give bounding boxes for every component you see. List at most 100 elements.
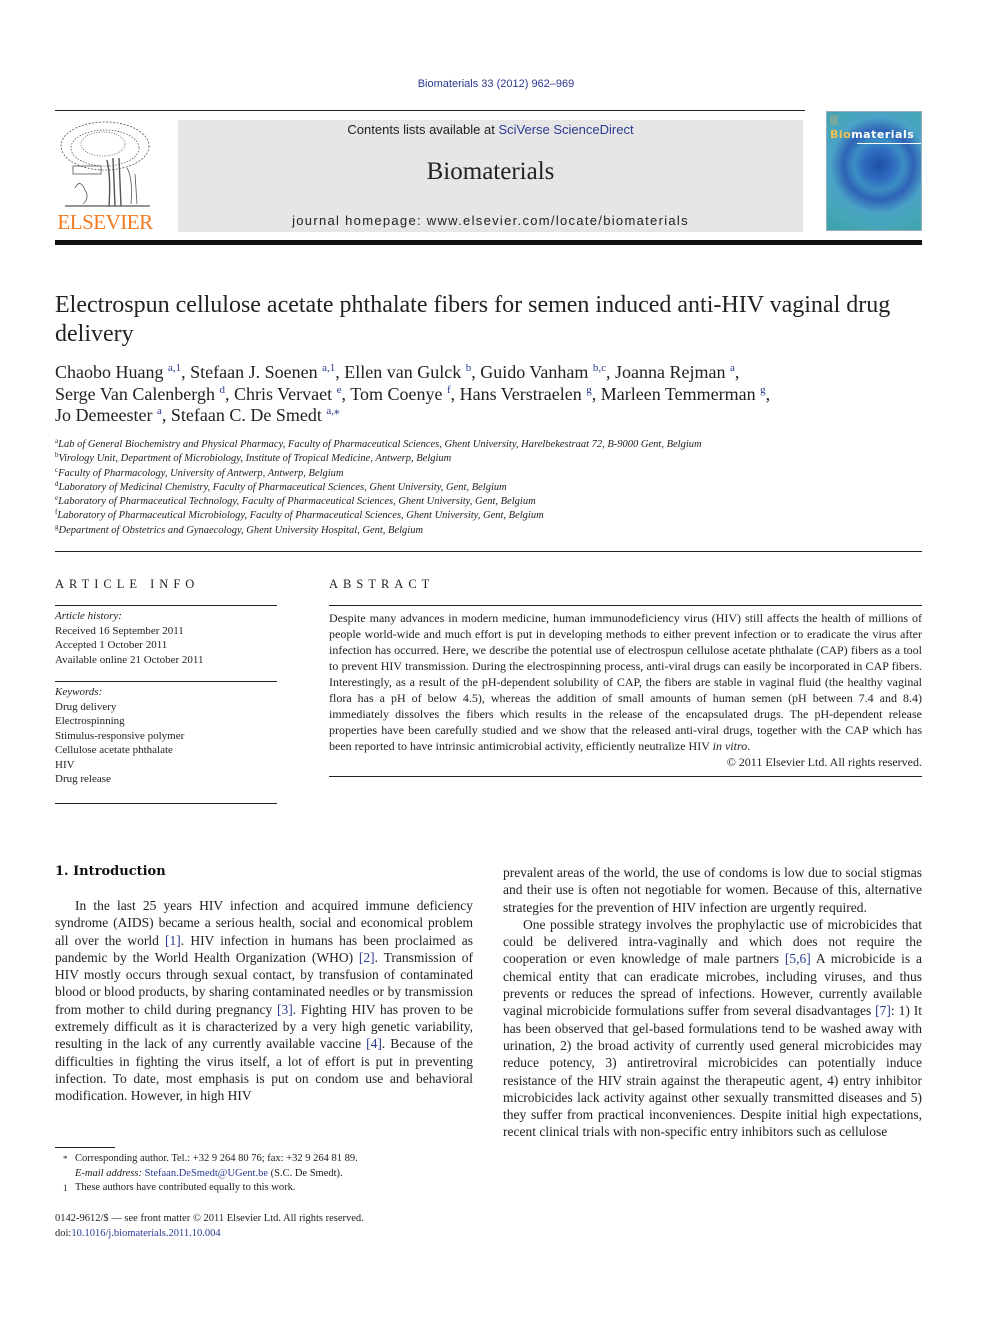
journal-homepage[interactable]: journal homepage: www.elsevier.com/locat… xyxy=(178,213,803,228)
author-name[interactable]: Tom Coenye xyxy=(350,384,447,404)
keywords-rule xyxy=(55,681,277,682)
doi-line: doi:10.1016/j.biomaterials.2011.10.004 xyxy=(55,1227,485,1242)
cover-title-bio: Bio xyxy=(830,128,852,141)
author-separator: , xyxy=(471,362,481,382)
affiliation-list: aLab of General Biochemistry and Physica… xyxy=(55,438,935,538)
affiliation-item: dLaboratory of Medicinal Chemistry, Facu… xyxy=(55,480,935,495)
keyword: HIV xyxy=(55,758,75,771)
affiliation-item: eLaboratory of Pharmaceutical Technology… xyxy=(55,495,935,509)
author-separator: , xyxy=(335,362,345,382)
affiliation-item: aLab of General Biochemistry and Physica… xyxy=(55,438,935,452)
front-matter: 0142-9612/$ — see front matter © 2011 El… xyxy=(55,1212,485,1241)
keyword: Electrospinning xyxy=(55,715,125,727)
keyword: Stimulus-responsive polymer xyxy=(55,729,185,742)
affiliation-text: Laboratory of Medicinal Chemistry, Facul… xyxy=(58,481,507,493)
email-link[interactable]: Stefaan.DeSmedt@UGent.be xyxy=(145,1168,268,1179)
abstract-heading: ABSTRACT xyxy=(329,577,435,591)
author-name[interactable]: Stefaan C. De Smedt xyxy=(171,405,326,425)
article-info-heading: ARTICLE INFO xyxy=(55,577,200,591)
author-separator: , xyxy=(591,383,601,404)
author-affiliation-mark[interactable]: a,1 xyxy=(168,362,181,374)
author-separator: , xyxy=(734,362,740,382)
affiliation-text: Laboratory of Pharmaceutical Microbiolog… xyxy=(57,510,544,522)
article-info: ARTICLE INFO Article history: Received 1… xyxy=(55,577,277,804)
keyword: Cellulose acetate phthalate xyxy=(55,744,173,756)
journal-cover-image[interactable]: Biomaterials xyxy=(826,111,922,231)
footnotes: * Corresponding author. Tel.: +32 9 264 … xyxy=(55,1152,485,1196)
cover-title: Biomaterials xyxy=(830,128,914,141)
paragraph-text: : 1) It has been observed that gel-based… xyxy=(503,1003,922,1140)
affiliation-item: fLaboratory of Pharmaceutical Microbiolo… xyxy=(55,509,935,523)
equal-mark: 1 xyxy=(63,1183,68,1193)
doi-link[interactable]: 10.1016/j.biomaterials.2011.10.004 xyxy=(71,1228,220,1239)
journal-citation-link[interactable]: Biomaterials 33 (2012) 962–969 xyxy=(0,78,992,90)
affiliation-item: cFaculty of Pharmacology, University of … xyxy=(55,466,935,481)
affiliation-rule xyxy=(55,551,922,552)
abstract: ABSTRACT Despite many advances in modern… xyxy=(329,577,922,777)
author-affiliation-mark[interactable]: a,⁎ xyxy=(326,405,339,417)
abstract-end: . xyxy=(747,739,751,753)
cover-title-rest: materials xyxy=(851,128,915,141)
author-separator: , xyxy=(161,405,171,425)
cover-title-underline xyxy=(857,143,921,144)
email-suffix: (S.C. De Smedt). xyxy=(268,1167,343,1179)
article-title: Electrospun cellulose acetate phthalate … xyxy=(55,292,891,347)
intro-paragraph-1-cont: prevalent areas of the world, the use of… xyxy=(503,865,922,915)
corresponding-author-footnote: * Corresponding author. Tel.: +32 9 264 … xyxy=(55,1152,485,1181)
author-list: Chaobo Huang a,1, Stefaan J. Soenen a,1,… xyxy=(55,362,935,427)
abstract-text: Despite many advances in modern medicine… xyxy=(329,610,922,754)
abstract-copyright: © 2011 Elsevier Ltd. All rights reserved… xyxy=(726,755,922,769)
affiliation-text: Virology Unit, Department of Microbiolog… xyxy=(58,453,452,465)
author-name[interactable]: Guido Vanham xyxy=(480,362,593,382)
author-affiliation-mark[interactable]: b,c xyxy=(593,362,606,374)
elsevier-logo[interactable]: ELSEVIER xyxy=(55,118,155,235)
author-affiliation-mark[interactable]: a,1 xyxy=(322,362,335,374)
author-name[interactable]: Joanna Rejman xyxy=(615,362,730,382)
keyword: Drug release xyxy=(55,773,111,785)
author-name[interactable]: Jo Demeester xyxy=(55,405,157,425)
article-history-label: Article history: xyxy=(55,610,122,622)
reference-link[interactable]: [2] xyxy=(359,950,375,965)
author-name[interactable]: Chris Vervaet xyxy=(234,384,337,404)
author-separator: , xyxy=(450,383,460,404)
affiliation-item: gDepartment of Obstetrics and Gynaecolog… xyxy=(55,523,935,538)
front-matter-text: 0142-9612/$ — see front matter © 2011 El… xyxy=(55,1213,364,1224)
author-name[interactable]: Chaobo Huang xyxy=(55,362,168,382)
author-separator: , xyxy=(181,362,191,382)
article-history: Article history: Received 16 September 2… xyxy=(55,609,277,667)
reference-link[interactable]: [3] xyxy=(277,1002,293,1017)
article-info-bottom-rule xyxy=(55,802,277,804)
body-left-column: 1. Introduction In the last 25 years HIV… xyxy=(55,864,473,1105)
header-top-rule xyxy=(55,110,805,111)
intro-paragraph-2: One possible strategy involves the proph… xyxy=(503,916,922,1141)
header-bottom-rule xyxy=(55,240,922,245)
journal-name: Biomaterials xyxy=(426,158,555,185)
affiliation-item: bVirology Unit, Department of Microbiolo… xyxy=(55,452,935,466)
author-name[interactable]: Stefaan J. Soenen xyxy=(190,362,322,382)
keywords-label: Keywords: xyxy=(55,686,103,698)
author-name[interactable]: Ellen van Gulck xyxy=(344,362,465,382)
author-name[interactable]: Marleen Temmerman xyxy=(601,384,760,404)
author-name[interactable]: Hans Verstraelen xyxy=(460,384,587,404)
journal-masthead: Contents lists available at SciVerse Sci… xyxy=(178,120,803,232)
email-label: E-mail address: xyxy=(75,1167,145,1179)
sciencedirect-link[interactable]: SciVerse ScienceDirect xyxy=(498,122,633,137)
contents-line: Contents lists available at SciVerse Sci… xyxy=(178,122,803,137)
footnote-rule xyxy=(55,1147,115,1148)
author-separator: , xyxy=(224,383,234,404)
abstract-bottom-rule xyxy=(329,776,922,777)
affiliation-text: Lab of General Biochemistry and Physical… xyxy=(58,439,702,450)
corresponding-mark: * xyxy=(63,1154,68,1164)
reference-link[interactable]: [5,6] xyxy=(785,951,811,966)
author-separator: , xyxy=(765,383,771,404)
author-name[interactable]: Serge Van Calenbergh xyxy=(55,384,219,404)
history-received: Received 16 September 2011 xyxy=(55,624,184,637)
reference-link[interactable]: [1] xyxy=(165,933,181,948)
reference-link[interactable]: [4] xyxy=(366,1036,382,1051)
reference-link[interactable]: [7] xyxy=(875,1003,891,1018)
affiliation-text: Department of Obstetrics and Gynaecology… xyxy=(58,524,424,536)
corresponding-text: Corresponding author. Tel.: +32 9 264 80… xyxy=(75,1153,358,1164)
author-separator: , xyxy=(341,383,351,404)
affiliation-text: Laboratory of Pharmaceutical Technology,… xyxy=(58,496,536,508)
history-accepted: Accepted 1 October 2011 xyxy=(55,639,168,651)
